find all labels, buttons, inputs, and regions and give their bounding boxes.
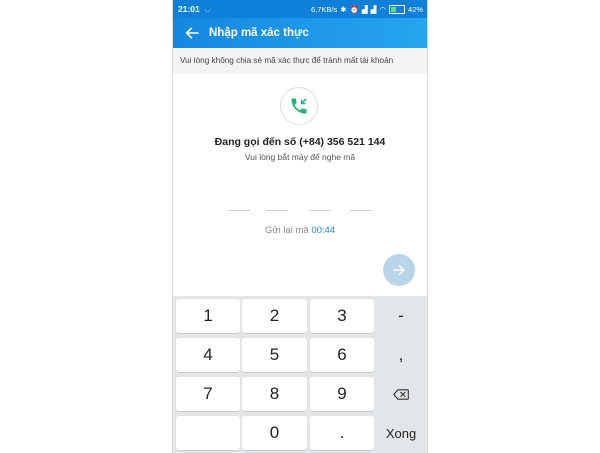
battery-level: 42% (407, 4, 423, 14)
key-dot[interactable]: . (310, 416, 374, 450)
status-time: 21:01 (178, 4, 200, 14)
alarm-icon: ⏰ (349, 4, 359, 14)
key-6[interactable]: 6 (310, 338, 374, 372)
key-8[interactable]: 8 (242, 377, 307, 411)
code-digit-3[interactable] (309, 210, 331, 211)
notification-icon: ◡ (204, 6, 211, 13)
code-digit-2[interactable] (266, 210, 288, 211)
bluetooth-icon: ✱ (340, 4, 347, 14)
wifi-icon: ◠ (379, 4, 386, 14)
network-speed: 6,7KB/s (310, 4, 338, 14)
key-1[interactable]: 1 (176, 299, 240, 333)
battery-icon (388, 4, 405, 14)
resend-timer: 00:44 (311, 225, 336, 236)
done-key[interactable]: Xong (376, 416, 426, 450)
phone-screen: 21:01 ◡ 6,7KB/s ✱ ⏰ ▟ ▟ ◠ 42% Nhập mã xá… (172, 0, 428, 453)
security-notice: Vui lòng không chia sẻ mã xác thực để tr… (173, 48, 427, 74)
key-blank (176, 416, 240, 450)
code-digit-1[interactable] (228, 210, 250, 211)
arrow-right-icon (393, 265, 405, 275)
page-title: Nhập mã xác thực (209, 27, 309, 39)
resend-code[interactable]: Gửi lại mã 00:44 (173, 225, 427, 236)
backspace-icon (393, 388, 409, 400)
status-bar: 21:01 ◡ 6,7KB/s ✱ ⏰ ▟ ▟ ◠ 42% (173, 0, 427, 18)
key-comma[interactable]: , (376, 338, 426, 372)
back-arrow-icon (185, 27, 199, 39)
key-minus[interactable]: - (376, 299, 426, 333)
resend-label: Gửi lại mã (264, 225, 309, 236)
signal-icon-2: ▟ (370, 4, 377, 14)
status-icons: 6,7KB/s ✱ ⏰ ▟ ▟ ◠ 42% (310, 4, 423, 14)
backspace-key[interactable] (376, 377, 426, 411)
key-5[interactable]: 5 (242, 338, 307, 372)
next-button[interactable] (383, 254, 415, 286)
key-7[interactable]: 7 (176, 377, 240, 411)
signal-icon: ▟ (361, 4, 368, 14)
key-9[interactable]: 9 (310, 377, 374, 411)
back-button[interactable] (183, 24, 201, 42)
numeric-keypad: 1 2 3 - 4 5 6 , 7 8 9 0 . Xong (173, 296, 427, 453)
app-bar: Nhập mã xác thực (173, 18, 427, 48)
calling-number-text: Đang gọi đến số (+84) 356 521 144 (214, 136, 386, 148)
key-2[interactable]: 2 (242, 299, 307, 333)
answer-instruction: Vui lòng bắt máy để nghe mã (244, 152, 356, 162)
phone-incoming-icon (291, 98, 307, 114)
key-3[interactable]: 3 (310, 299, 374, 333)
key-4[interactable]: 4 (176, 338, 240, 372)
code-digit-4[interactable] (350, 210, 372, 211)
key-0[interactable]: 0 (242, 416, 307, 450)
incoming-call-badge (280, 87, 318, 125)
